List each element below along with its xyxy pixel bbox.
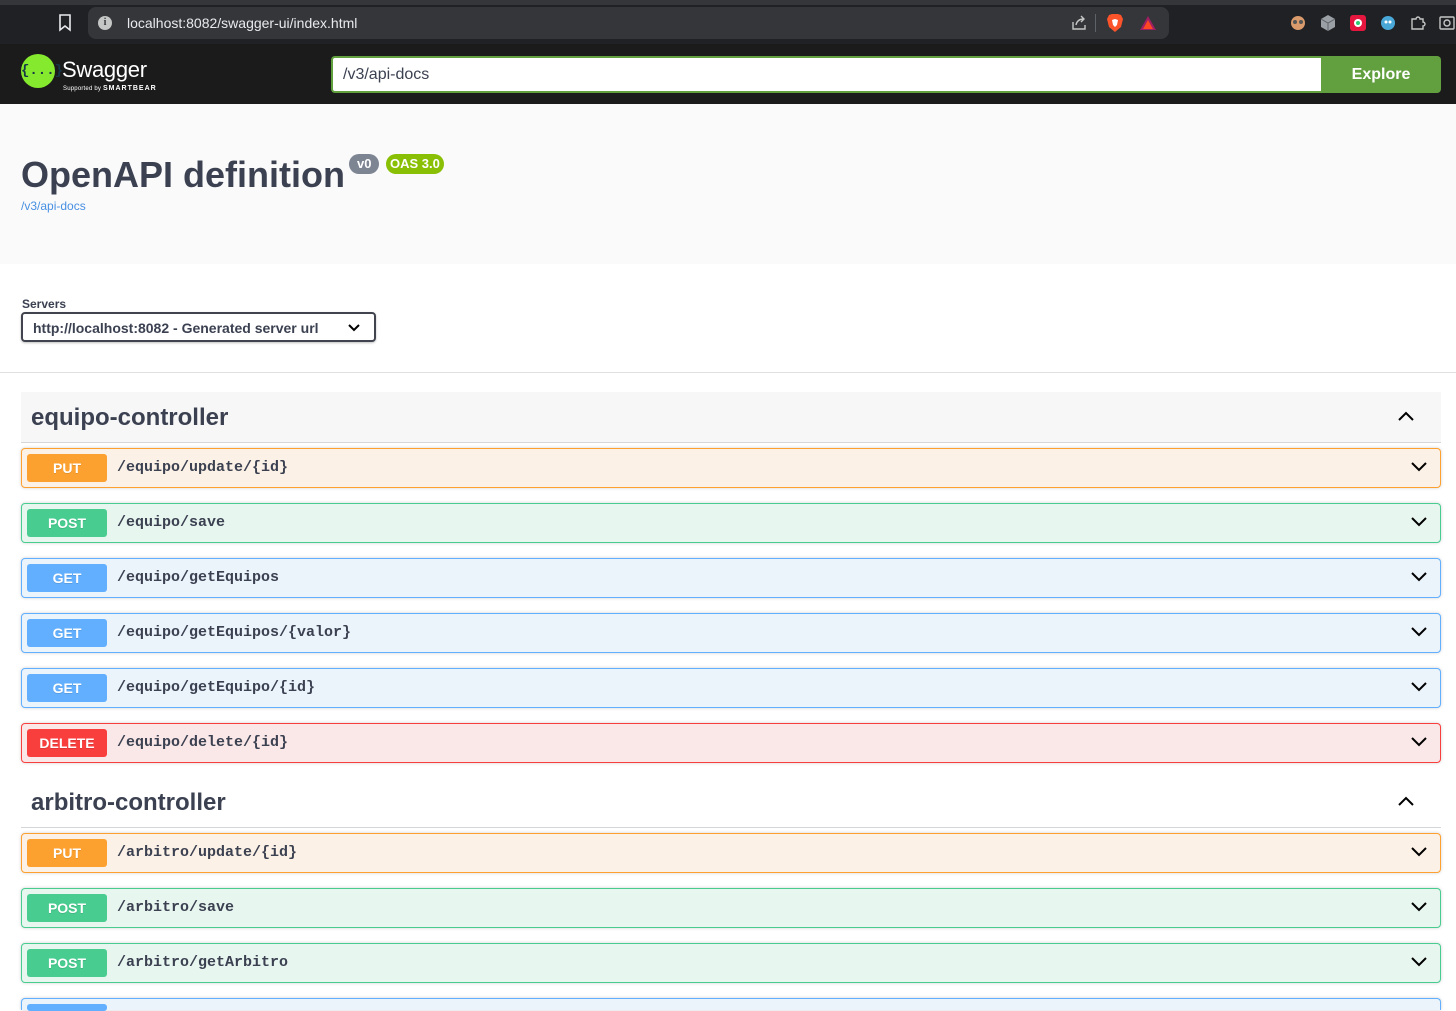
method-badge: POST <box>27 949 107 977</box>
method-badge: DELETE <box>27 729 107 757</box>
chevron-down-icon[interactable] <box>1410 956 1428 968</box>
divider <box>0 372 1456 373</box>
page-title: OpenAPI definition <box>21 154 345 195</box>
swagger-logo-text[interactable]: Swagger <box>62 57 147 83</box>
chevron-down-icon[interactable] <box>1410 571 1428 583</box>
operation-row[interactable]: POST /arbitro/save <box>21 888 1441 928</box>
method-badge: POST <box>27 894 107 922</box>
chevron-down-icon[interactable] <box>1410 516 1428 528</box>
extension-icon[interactable] <box>1319 14 1337 32</box>
operation-row-partial[interactable] <box>21 998 1441 1011</box>
url-text[interactable]: localhost:8082/swagger-ui/index.html <box>127 15 357 31</box>
method-badge: PUT <box>27 454 107 482</box>
tab-strip <box>0 0 1456 5</box>
chevron-up-icon[interactable] <box>1397 410 1415 422</box>
puzzle-icon[interactable] <box>1409 14 1427 32</box>
oas-badge: OAS 3.0 <box>386 154 444 174</box>
chevron-down-icon[interactable] <box>1410 846 1428 858</box>
brave-shields-icon[interactable] <box>1106 13 1124 33</box>
browser-toolbar: i localhost:8082/swagger-ui/index.html <box>0 0 1456 44</box>
servers-label: Servers <box>22 297 67 311</box>
method-badge: GET <box>27 564 107 592</box>
share-icon[interactable] <box>1071 15 1087 31</box>
servers-selected-value[interactable]: http://localhost:8082 - Generated server… <box>33 320 319 336</box>
chevron-down-icon <box>348 324 360 332</box>
extension-icon[interactable] <box>1349 14 1367 32</box>
chevron-down-icon[interactable] <box>1410 461 1428 473</box>
operation-path[interactable]: /equipo/getEquipos <box>117 569 279 586</box>
operation-row[interactable]: GET /equipo/getEquipos/{valor} <box>21 613 1441 653</box>
logo-sub-prefix: Supported by <box>63 86 102 92</box>
tag-header-equipo[interactable]: equipo-controller <box>21 392 1441 443</box>
operation-row[interactable]: POST /arbitro/getArbitro <box>21 943 1441 983</box>
tag-title[interactable]: equipo-controller <box>31 404 228 432</box>
chevron-down-icon[interactable] <box>1410 901 1428 913</box>
spec-link[interactable]: /v3/api-docs <box>21 199 86 213</box>
operation-row[interactable]: GET /equipo/getEquipos <box>21 558 1441 598</box>
method-badge: PUT <box>27 839 107 867</box>
operation-path[interactable]: /arbitro/save <box>117 899 234 916</box>
tag-title[interactable]: arbitro-controller <box>31 789 226 817</box>
chevron-down-icon[interactable] <box>1410 681 1428 693</box>
api-info: OpenAPI definition v0 OAS 3.0 /v3/api-do… <box>0 104 1456 264</box>
url-divider <box>1095 14 1096 32</box>
operation-path[interactable]: /equipo/getEquipo/{id} <box>117 679 315 696</box>
extension-icon[interactable] <box>1289 14 1307 32</box>
operation-row[interactable]: GET /equipo/getEquipo/{id} <box>21 668 1441 708</box>
operation-path[interactable]: /equipo/delete/{id} <box>117 734 288 751</box>
swagger-logo-subtitle: Supported by SMARTBEAR <box>63 85 157 92</box>
method-badge: POST <box>27 509 107 537</box>
operation-path[interactable]: /equipo/getEquipos/{valor} <box>117 624 351 641</box>
chevron-down-icon[interactable] <box>1410 736 1428 748</box>
operation-row[interactable]: POST /equipo/save <box>21 503 1441 543</box>
reading-list-icon[interactable] <box>1438 14 1456 32</box>
version-badge: v0 <box>349 154 380 174</box>
site-info-icon[interactable]: i <box>98 16 112 30</box>
extension-icon[interactable] <box>1379 14 1397 32</box>
chevron-up-icon[interactable] <box>1397 795 1415 807</box>
address-bar[interactable]: i localhost:8082/swagger-ui/index.html <box>88 7 1169 39</box>
operation-row[interactable]: PUT /equipo/update/{id} <box>21 448 1441 488</box>
operation-path[interactable]: /arbitro/getArbitro <box>117 954 288 971</box>
chevron-down-icon[interactable] <box>1410 626 1428 638</box>
servers-select[interactable]: http://localhost:8082 - Generated server… <box>21 312 376 342</box>
tag-header-arbitro[interactable]: arbitro-controller <box>21 777 1441 828</box>
operation-row[interactable]: DELETE /equipo/delete/{id} <box>21 723 1441 763</box>
bookmark-icon[interactable] <box>58 14 72 32</box>
operation-path[interactable]: /equipo/save <box>117 514 225 531</box>
operation-row[interactable]: PUT /arbitro/update/{id} <box>21 833 1441 873</box>
explore-form: /v3/api-docs Explore <box>331 56 1441 93</box>
spec-url-input[interactable]: /v3/api-docs <box>331 56 1321 93</box>
explore-button[interactable]: Explore <box>1321 56 1441 93</box>
swagger-topbar: {...} Swagger Supported by SMARTBEAR /v3… <box>0 44 1456 104</box>
method-badge: GET <box>27 674 107 702</box>
method-badge: GET <box>27 619 107 647</box>
operation-path[interactable]: /equipo/update/{id} <box>117 459 288 476</box>
logo-sub-brand: SMARTBEAR <box>102 85 157 92</box>
swagger-logo-icon[interactable]: {...} <box>21 54 63 88</box>
brave-rewards-icon[interactable] <box>1139 14 1157 32</box>
operation-path[interactable]: /arbitro/update/{id} <box>117 844 297 861</box>
